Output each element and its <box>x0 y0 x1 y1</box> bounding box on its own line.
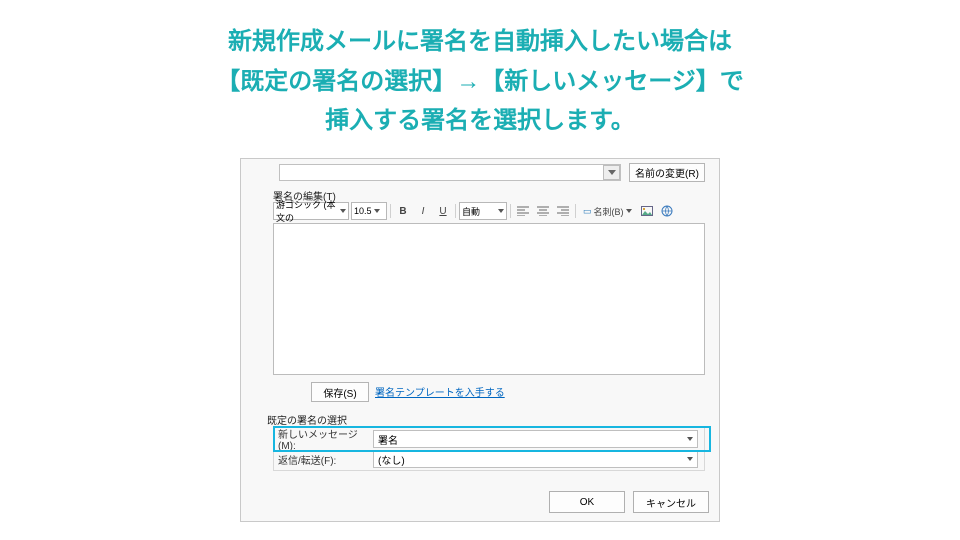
ok-label: OK <box>580 497 594 508</box>
align-left-button[interactable] <box>514 202 532 220</box>
chevron-down-icon <box>687 437 693 441</box>
default-signature-fieldset: 新しいメッセージ(M): 署名 返信/転送(F): (なし) <box>273 427 705 471</box>
separator <box>510 204 511 218</box>
underline-button[interactable]: U <box>434 202 452 220</box>
link-icon <box>661 205 673 217</box>
reply-forward-value: (なし) <box>378 452 405 467</box>
cancel-label: キャンセル <box>646 495 696 510</box>
italic-button[interactable]: I <box>414 202 432 220</box>
align-left-icon <box>517 206 529 216</box>
align-center-button[interactable] <box>534 202 552 220</box>
save-button[interactable]: 保存(S) <box>311 382 369 402</box>
font-size-combo[interactable]: 10.5 <box>351 202 387 220</box>
separator <box>390 204 391 218</box>
size-combo-value: 10.5 <box>354 206 372 216</box>
chevron-down-icon <box>626 209 632 213</box>
headline-line3: 挿入する署名を選択します。 <box>325 107 635 134</box>
image-icon <box>641 206 653 216</box>
format-toolbar: 游ゴシック (本文の 10.5 B I U 自動 ▭ 名刺(B) <box>273 203 676 219</box>
new-message-select[interactable]: 署名 <box>373 430 698 448</box>
align-center-icon <box>537 206 549 216</box>
new-message-row: 新しいメッセージ(M): 署名 <box>278 430 698 448</box>
dialog-button-row: OK キャンセル <box>549 491 709 513</box>
reply-forward-select[interactable]: (なし) <box>373 450 698 468</box>
reply-forward-label: 返信/転送(F): <box>278 452 373 467</box>
signature-dialog: 名前の変更(R) 署名の編集(T) 游ゴシック (本文の 10.5 B I U … <box>240 158 720 522</box>
insert-image-button[interactable] <box>638 202 656 220</box>
ok-button[interactable]: OK <box>549 491 625 513</box>
color-combo-value: 自動 <box>462 205 480 218</box>
rename-label: 名前の変更(R) <box>635 165 699 180</box>
business-card-button[interactable]: ▭ 名刺(B) <box>579 202 636 220</box>
font-combo-value: 游ゴシック (本文の <box>276 198 338 224</box>
bold-button[interactable]: B <box>394 202 412 220</box>
cancel-button[interactable]: キャンセル <box>633 491 709 513</box>
chevron-down-icon <box>498 209 504 213</box>
headline-line2: 【既定の署名の選択】→【新しいメッセージ】で <box>216 68 744 95</box>
default-select-section-label: 既定の署名の選択 <box>267 412 347 427</box>
rename-button[interactable]: 名前の変更(R) <box>629 163 705 182</box>
separator <box>455 204 456 218</box>
template-link[interactable]: 署名テンプレートを入手する <box>375 384 505 399</box>
align-right-button[interactable] <box>554 202 572 220</box>
chevron-down-icon <box>608 170 616 175</box>
font-combo[interactable]: 游ゴシック (本文の <box>273 202 349 220</box>
insert-link-button[interactable] <box>658 202 676 220</box>
align-right-icon <box>557 206 569 216</box>
color-combo[interactable]: 自動 <box>459 202 507 220</box>
card-icon: ▭ <box>583 206 592 217</box>
signature-editor[interactable] <box>273 223 705 375</box>
save-label: 保存(S) <box>323 385 356 400</box>
chevron-down-icon <box>340 209 346 213</box>
chevron-down-icon <box>687 457 693 461</box>
new-message-label: 新しいメッセージ(M): <box>278 426 373 452</box>
template-link-text: 署名テンプレートを入手する <box>375 388 505 399</box>
signature-listbox[interactable] <box>279 164 621 181</box>
reply-forward-row: 返信/転送(F): (なし) <box>278 450 698 468</box>
separator <box>575 204 576 218</box>
instruction-headline: 新規作成メールに署名を自動挿入したい場合は 【既定の署名の選択】→【新しいメッセ… <box>0 22 960 141</box>
headline-line1: 新規作成メールに署名を自動挿入したい場合は <box>228 28 732 55</box>
new-message-value: 署名 <box>378 432 398 447</box>
chevron-down-icon <box>374 209 380 213</box>
card-label: 名刺(B) <box>594 205 624 218</box>
signature-list-dropdown-button[interactable] <box>603 165 620 180</box>
